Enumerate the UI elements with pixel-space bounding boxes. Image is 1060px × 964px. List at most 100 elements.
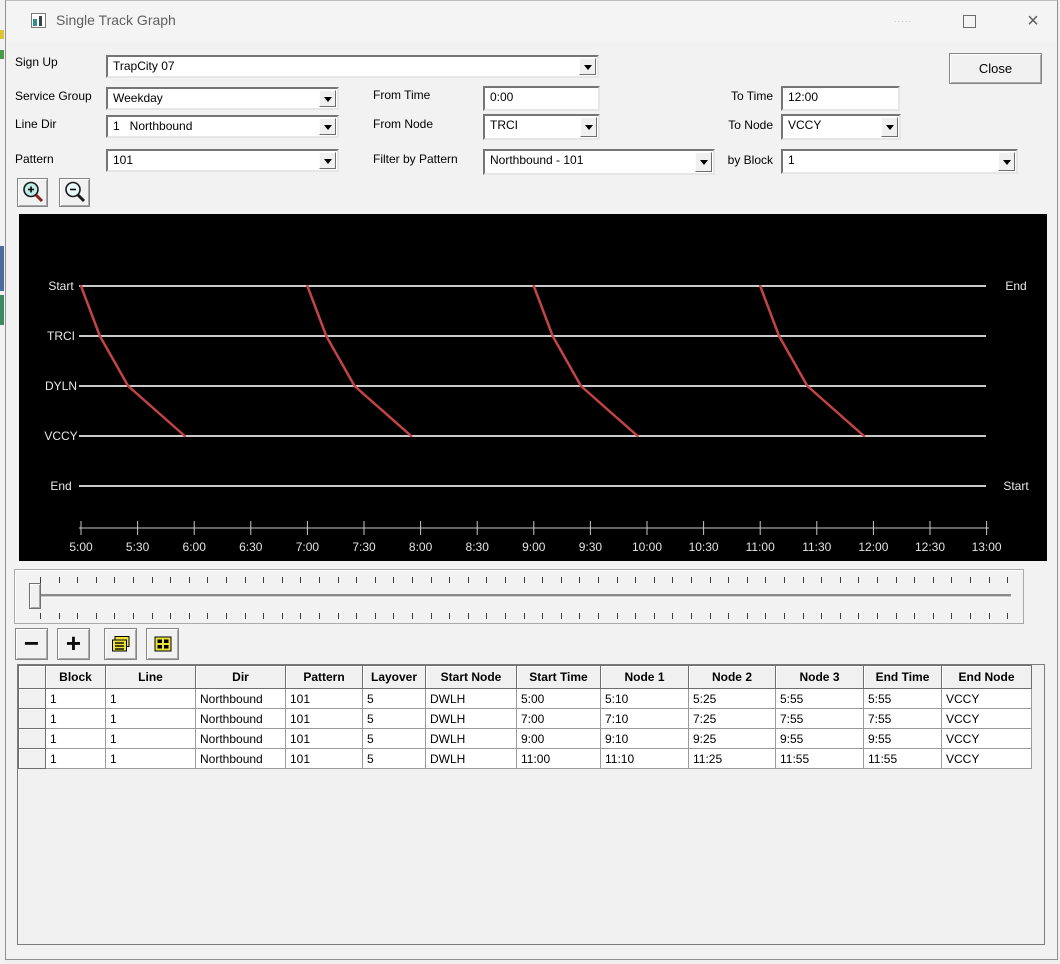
- cell-line[interactable]: 1: [106, 709, 196, 729]
- cell-node-2[interactable]: 7:25: [689, 709, 776, 729]
- from-time-input[interactable]: 0:00: [483, 86, 600, 111]
- slider-tick: [152, 577, 153, 583]
- cell-block[interactable]: 1: [46, 749, 106, 769]
- col-header-end-node[interactable]: End Node: [942, 666, 1032, 689]
- chevron-down-icon[interactable]: [580, 117, 597, 137]
- cell-end-node[interactable]: VCCY: [942, 749, 1032, 769]
- maximize-icon[interactable]: [952, 7, 986, 35]
- chevron-down-icon[interactable]: [319, 152, 336, 169]
- col-header-node-1[interactable]: Node 1: [601, 666, 689, 689]
- cell-node-2[interactable]: 5:25: [689, 689, 776, 709]
- x-axis-tick-label: 12:00: [858, 540, 888, 554]
- row-selector[interactable]: [19, 729, 46, 749]
- cell-pattern[interactable]: 101: [286, 749, 363, 769]
- slider-tick: [114, 613, 115, 619]
- cell-start-node[interactable]: DWLH: [426, 749, 517, 769]
- row-selector[interactable]: [19, 709, 46, 729]
- remove-trip-button[interactable]: −: [15, 628, 48, 660]
- cell-start-time[interactable]: 9:00: [517, 729, 601, 749]
- cell-end-time[interactable]: 11:55: [864, 749, 942, 769]
- cell-line[interactable]: 1: [106, 729, 196, 749]
- line-dir-combo[interactable]: 1 Northbound: [106, 115, 339, 138]
- grid-view-button[interactable]: [146, 628, 179, 660]
- col-header-layover[interactable]: Layover: [363, 666, 426, 689]
- cell-end-time[interactable]: 7:55: [864, 709, 942, 729]
- cell-dir[interactable]: Northbound: [196, 709, 286, 729]
- cell-line[interactable]: 1: [106, 689, 196, 709]
- cell-end-time[interactable]: 5:55: [864, 689, 942, 709]
- chevron-down-icon[interactable]: [319, 118, 336, 135]
- filter-by-pattern-combo[interactable]: Northbound - 101: [483, 149, 715, 175]
- slider-thumb[interactable]: [29, 583, 41, 609]
- cell-block[interactable]: 1: [46, 729, 106, 749]
- cell-line[interactable]: 1: [106, 749, 196, 769]
- pattern-combo[interactable]: 101: [106, 149, 339, 172]
- cell-node-1[interactable]: 11:10: [601, 749, 689, 769]
- cell-block[interactable]: 1: [46, 689, 106, 709]
- cell-layover[interactable]: 5: [363, 709, 426, 729]
- cell-dir[interactable]: Northbound: [196, 749, 286, 769]
- cell-layover[interactable]: 5: [363, 749, 426, 769]
- col-header-dir[interactable]: Dir: [196, 666, 286, 689]
- col-header-block[interactable]: Block: [46, 666, 106, 689]
- zoom-out-button[interactable]: [59, 178, 90, 207]
- cell-start-node[interactable]: DWLH: [426, 709, 517, 729]
- cell-node-1[interactable]: 5:10: [601, 689, 689, 709]
- cell-end-node[interactable]: VCCY: [942, 709, 1032, 729]
- cell-start-time[interactable]: 7:00: [517, 709, 601, 729]
- cell-node-1[interactable]: 9:10: [601, 729, 689, 749]
- col-header-start-time[interactable]: Start Time: [517, 666, 601, 689]
- to-time-input[interactable]: 12:00: [781, 86, 900, 111]
- cell-node-3[interactable]: 9:55: [776, 729, 864, 749]
- cell-layover[interactable]: 5: [363, 689, 426, 709]
- train-graph[interactable]: StartTRCIDYLNVCCYEndEndStart5:005:306:00…: [19, 214, 1047, 561]
- cell-pattern[interactable]: 101: [286, 689, 363, 709]
- cell-layover[interactable]: 5: [363, 729, 426, 749]
- titlebar[interactable]: Single Track Graph ····· ×: [6, 1, 1057, 41]
- chevron-down-icon[interactable]: [998, 152, 1015, 171]
- minus-icon: −: [24, 633, 39, 653]
- cell-end-time[interactable]: 9:55: [864, 729, 942, 749]
- cell-block[interactable]: 1: [46, 709, 106, 729]
- chevron-down-icon[interactable]: [881, 117, 898, 137]
- col-header-line[interactable]: Line: [106, 666, 196, 689]
- cell-pattern[interactable]: 101: [286, 709, 363, 729]
- cell-dir[interactable]: Northbound: [196, 689, 286, 709]
- cell-end-node[interactable]: VCCY: [942, 729, 1032, 749]
- row-selector[interactable]: [19, 749, 46, 769]
- cell-node-2[interactable]: 9:25: [689, 729, 776, 749]
- cell-node-2[interactable]: 11:25: [689, 749, 776, 769]
- by-block-combo[interactable]: 1: [781, 149, 1018, 174]
- cell-start-time[interactable]: 5:00: [517, 689, 601, 709]
- card-view-button[interactable]: [104, 628, 137, 660]
- slider-track[interactable]: [39, 594, 1011, 598]
- cell-node-3[interactable]: 7:55: [776, 709, 864, 729]
- cell-start-time[interactable]: 11:00: [517, 749, 601, 769]
- cell-node-1[interactable]: 7:10: [601, 709, 689, 729]
- cell-node-3[interactable]: 11:55: [776, 749, 864, 769]
- add-trip-button[interactable]: +: [57, 628, 90, 660]
- sign-up-combo[interactable]: TrapCity 07: [106, 55, 599, 78]
- cell-dir[interactable]: Northbound: [196, 729, 286, 749]
- col-header-end-time[interactable]: End Time: [864, 666, 942, 689]
- close-button[interactable]: Close: [949, 53, 1042, 84]
- minimize-icon[interactable]: ·····: [886, 7, 920, 35]
- cell-end-node[interactable]: VCCY: [942, 689, 1032, 709]
- cell-node-3[interactable]: 5:55: [776, 689, 864, 709]
- row-selector[interactable]: [19, 689, 46, 709]
- chevron-down-icon[interactable]: [695, 152, 712, 172]
- from-node-combo[interactable]: TRCI: [483, 114, 600, 140]
- cell-pattern[interactable]: 101: [286, 729, 363, 749]
- chevron-down-icon[interactable]: [579, 58, 596, 75]
- close-icon[interactable]: ×: [1016, 7, 1050, 35]
- zoom-in-button[interactable]: [17, 178, 48, 207]
- cell-start-node[interactable]: DWLH: [426, 729, 517, 749]
- service-group-combo[interactable]: Weekday: [106, 87, 339, 110]
- col-header-start-node[interactable]: Start Node: [426, 666, 517, 689]
- chevron-down-icon[interactable]: [319, 90, 336, 107]
- to-node-combo[interactable]: VCCY: [781, 114, 901, 140]
- col-header-pattern[interactable]: Pattern: [286, 666, 363, 689]
- cell-start-node[interactable]: DWLH: [426, 689, 517, 709]
- col-header-node-3[interactable]: Node 3: [776, 666, 864, 689]
- col-header-node-2[interactable]: Node 2: [689, 666, 776, 689]
